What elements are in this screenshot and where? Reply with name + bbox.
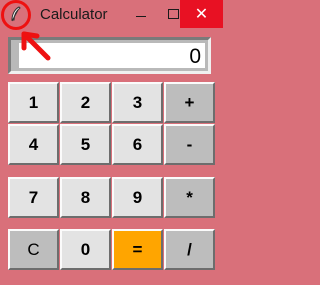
key-1[interactable]: 1 [8,82,59,123]
key-plus[interactable]: + [164,82,215,123]
close-button[interactable]: ✕ [180,0,223,28]
key-0[interactable]: 0 [60,229,111,270]
annotation-arrow [21,31,51,61]
key-7[interactable]: 7 [8,177,59,218]
close-icon: ✕ [194,6,209,23]
key-4[interactable]: 4 [8,124,59,165]
minimize-icon [136,15,146,17]
key-minus[interactable]: - [164,124,215,165]
key-8[interactable]: 8 [60,177,111,218]
key-divide[interactable]: / [164,229,215,270]
key-2[interactable]: 2 [60,82,111,123]
key-multiply[interactable]: * [164,177,215,218]
window-title: Calculator [40,6,108,23]
key-clear[interactable]: C [8,229,59,270]
key-6[interactable]: 6 [112,124,163,165]
maximize-icon [167,9,179,19]
key-5[interactable]: 5 [60,124,111,165]
key-3[interactable]: 3 [112,82,163,123]
minimize-button[interactable] [126,0,156,28]
annotation-circle [1,0,31,30]
key-9[interactable]: 9 [112,177,163,218]
title-bar[interactable]: Calculator ✕ [0,0,223,30]
key-equals[interactable]: = [112,229,163,270]
